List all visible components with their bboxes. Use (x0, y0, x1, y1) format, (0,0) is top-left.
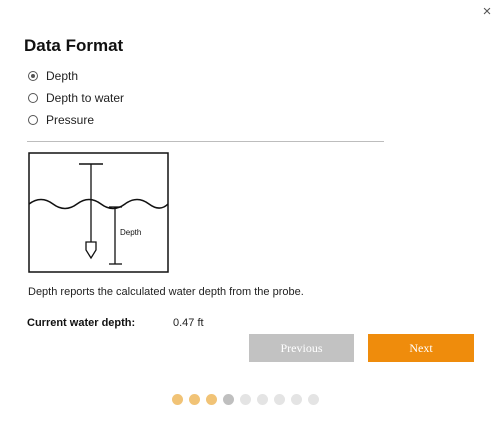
step-dot (274, 394, 285, 405)
radio-selected-dot (31, 74, 35, 78)
step-dot-current (223, 394, 234, 405)
page-title: Data Format (24, 36, 124, 55)
step-dot (189, 394, 200, 405)
data-format-options: Depth Depth to water Pressure (27, 68, 124, 134)
step-dot (240, 394, 251, 405)
format-description: Depth reports the calculated water depth… (28, 286, 304, 298)
close-icon[interactable]: × (480, 4, 494, 20)
radio-icon[interactable] (28, 71, 38, 81)
divider (27, 141, 384, 142)
step-indicator (172, 394, 319, 405)
previous-button[interactable]: Previous (249, 334, 354, 362)
step-dot (257, 394, 268, 405)
option-label: Depth (46, 69, 79, 83)
depth-label: Depth (120, 228, 141, 237)
option-label: Depth to water (46, 91, 125, 105)
option-label: Pressure (46, 113, 95, 127)
current-depth-label: Current water depth: (27, 317, 136, 329)
depth-diagram: Depth (28, 152, 169, 273)
option-depth-to-water[interactable]: Depth to water (27, 90, 124, 106)
option-depth[interactable]: Depth (27, 68, 124, 84)
step-dot (172, 394, 183, 405)
step-dot (308, 394, 319, 405)
step-dot (206, 394, 217, 405)
current-depth-value: 0.47 ft (173, 317, 204, 329)
radio-icon[interactable] (28, 93, 38, 103)
option-pressure[interactable]: Pressure (27, 112, 124, 128)
diagram-frame (28, 152, 169, 273)
next-button[interactable]: Next (368, 334, 474, 362)
radio-icon[interactable] (28, 115, 38, 125)
step-dot (291, 394, 302, 405)
